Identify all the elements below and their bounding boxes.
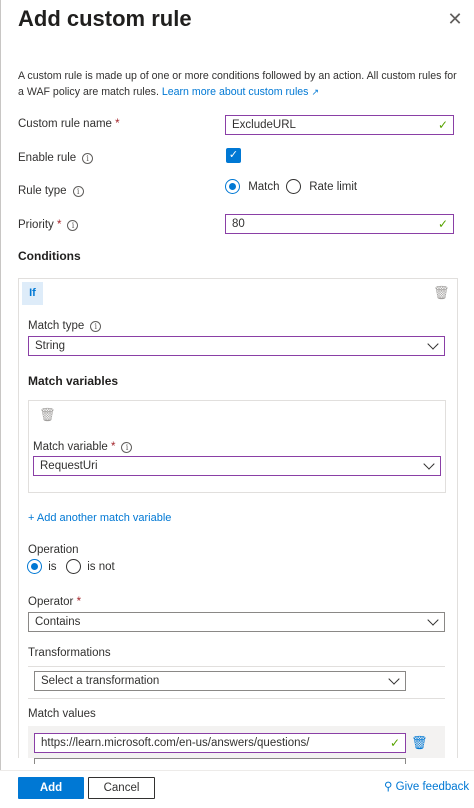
operation-is-option[interactable]: is <box>27 559 57 574</box>
match-variables-heading: Match variables <box>28 374 119 388</box>
radio-selected-icon[interactable] <box>225 179 240 194</box>
priority-input[interactable]: 80 ✓ <box>225 214 454 234</box>
match-values-label: Match values <box>28 708 96 720</box>
rule-name-input[interactable]: ExcludeURL ✓ <box>225 115 454 135</box>
info-icon: i <box>90 321 102 332</box>
feedback-icon: ⚲ <box>384 781 393 793</box>
rule-name-label: Custom rule name * <box>18 118 120 130</box>
valid-check-icon: ✓ <box>437 217 448 231</box>
radio-unselected-icon[interactable] <box>66 559 81 574</box>
add-button[interactable]: Add <box>18 777 84 799</box>
chevron-down-icon <box>427 338 439 350</box>
transformations-label: Transformations <box>28 647 111 659</box>
priority-value: 80 <box>232 218 245 230</box>
external-link-icon: ↗ <box>311 87 319 97</box>
learn-more-link[interactable]: Learn more about custom rules ↗ <box>162 86 319 98</box>
divider <box>28 698 445 699</box>
if-badge: If <box>22 282 43 305</box>
operation-isnot-option[interactable]: is not <box>66 559 115 574</box>
panel-description: A custom rule is made up of one or more … <box>18 68 458 100</box>
give-feedback-link[interactable]: ⚲ Give feedback <box>384 779 469 793</box>
panel-left-border <box>0 0 1 808</box>
cancel-button[interactable]: Cancel <box>88 777 155 799</box>
divider <box>28 666 445 667</box>
info-icon: i <box>121 442 133 453</box>
close-icon[interactable]: ✕ <box>446 10 464 28</box>
valid-check-icon: ✓ <box>389 736 400 750</box>
delete-value-icon[interactable]: 🗑 <box>411 735 428 751</box>
rule-type-ratelimit-option[interactable]: Rate limit <box>286 179 357 194</box>
match-value-input[interactable]: https://learn.microsoft.com/en-us/answer… <box>34 733 406 753</box>
conditions-heading: Conditions <box>18 249 81 263</box>
transformations-select[interactable]: Select a transformation <box>34 671 406 691</box>
operator-label: Operator * <box>28 596 82 608</box>
next-value-input[interactable] <box>34 758 406 764</box>
chevron-down-icon <box>423 458 435 470</box>
match-type-label: Match type i <box>28 320 102 332</box>
enable-rule-checkbox[interactable]: ✓ <box>226 148 241 163</box>
delete-variable-icon[interactable]: 🗑 <box>39 407 56 423</box>
rule-name-value: ExcludeURL <box>232 119 296 131</box>
match-type-select[interactable]: String <box>28 336 445 356</box>
match-variable-label: Match variable * i <box>33 441 133 453</box>
info-icon: i <box>82 153 94 164</box>
enable-rule-label: Enable rule i <box>18 152 94 164</box>
valid-check-icon: ✓ <box>437 118 448 132</box>
info-icon: i <box>72 186 84 197</box>
chevron-down-icon <box>427 614 439 626</box>
radio-unselected-icon[interactable] <box>286 179 301 194</box>
panel-title: Add custom rule <box>18 6 192 31</box>
radio-selected-icon[interactable] <box>27 559 42 574</box>
delete-condition-icon[interactable]: 🗑 <box>433 285 450 301</box>
operation-label: Operation <box>28 544 79 556</box>
chevron-down-icon <box>388 673 400 685</box>
add-match-variable-link[interactable]: + Add another match variable <box>28 512 171 524</box>
rule-type-match-option[interactable]: Match <box>225 179 280 194</box>
match-variable-select[interactable]: RequestUri <box>33 456 441 476</box>
operator-select[interactable]: Contains <box>28 612 445 632</box>
priority-label: Priority * i <box>18 219 79 231</box>
rule-type-label: Rule type i <box>18 185 84 197</box>
info-icon: i <box>67 220 79 231</box>
